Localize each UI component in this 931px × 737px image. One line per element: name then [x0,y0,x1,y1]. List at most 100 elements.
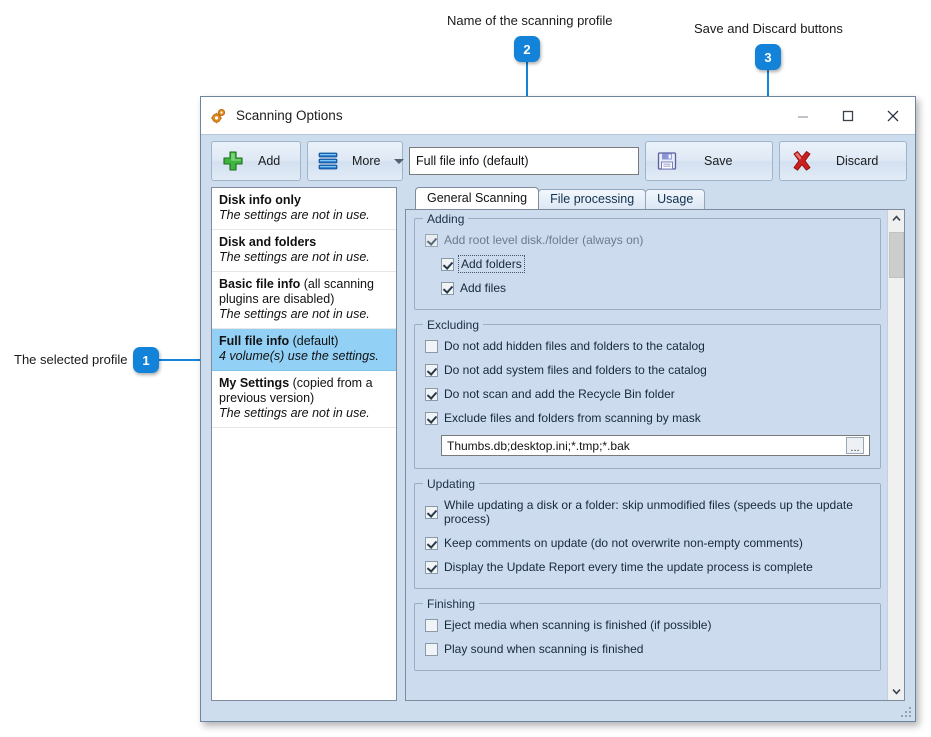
settings-scroll-area: Adding Add root level disk./folder (alwa… [406,210,887,700]
checkbox-row-skip-unmodified[interactable]: While updating a disk or a folder: skip … [425,498,870,526]
save-button-label: Save [704,154,733,168]
checkbox-row-play-sound[interactable]: Play sound when scanning is finished [425,642,870,656]
annotation-badge-1: 1 [133,347,159,373]
list-item[interactable]: Disk and folders The settings are not in… [212,230,396,272]
tab-pane-general-scanning: Adding Add root level disk./folder (alwa… [405,209,905,701]
list-item-selected[interactable]: Full file info (default) 4 volume(s) use… [212,329,396,371]
more-button-label: More [352,154,381,168]
plus-icon [222,150,244,172]
discard-button-label: Discard [836,154,879,168]
group-title: Adding [423,212,469,226]
checkbox-play-sound[interactable] [425,642,438,656]
tabstrip: General Scanning File processing Usage [405,187,905,209]
resize-grip[interactable] [900,706,912,718]
vertical-scrollbar[interactable] [887,210,904,700]
checkbox-label: Keep comments on update (do not overwrit… [444,536,803,550]
checkbox-row-keep-comments[interactable]: Keep comments on update (do not overwrit… [425,536,870,550]
profile-title-bold: Disk and folders [219,235,317,249]
chevron-down-icon[interactable] [888,683,905,700]
checkbox-row-system-files[interactable]: Do not add system files and folders to t… [425,363,870,377]
checkbox-row-display-update-report[interactable]: Display the Update Report every time the… [425,560,870,574]
profile-list[interactable]: Disk info only The settings are not in u… [211,187,397,701]
tab-general-scanning[interactable]: General Scanning [415,187,540,209]
checkbox-exclude-by-mask[interactable] [425,411,438,425]
profile-subtitle: The settings are not in use. [219,208,370,222]
more-button[interactable]: More [307,141,405,181]
checkbox-add-root-level[interactable] [425,233,438,247]
checkbox-row-recycle-bin[interactable]: Do not scan and add the Recycle Bin fold… [425,387,870,401]
discard-button[interactable]: Discard [779,141,907,181]
checkbox-add-folders[interactable] [441,257,454,271]
list-item[interactable]: My Settings (copied from a previous vers… [212,371,396,428]
profile-title-bold: Full file info [219,334,290,348]
annotation-badge-3: 3 [755,44,781,70]
checkbox-label: Do not add system files and folders to t… [444,363,707,377]
checkbox-label: While updating a disk or a folder: skip … [444,498,853,526]
tab-usage[interactable]: Usage [645,189,706,209]
chevron-down-icon[interactable] [394,158,405,164]
save-button[interactable]: Save [645,141,773,181]
checkbox-system-files[interactable] [425,363,438,377]
group-adding: Adding Add root level disk./folder (alwa… [414,212,881,310]
exclude-mask-value: Thumbs.db;desktop.ini;*.tmp;*.bak [447,438,630,453]
profile-subtitle: The settings are not in use. [219,250,370,264]
checkbox-keep-comments[interactable] [425,536,438,550]
profile-title-bold: Disk info only [219,193,301,207]
checkbox-label: Add files [460,281,507,295]
list-item[interactable]: Basic file info (all scanning plugins ar… [212,272,396,329]
checkbox-row-hidden-files[interactable]: Do not add hidden files and folders to t… [425,339,870,353]
maximize-icon[interactable] [825,97,870,134]
mask-row: Thumbs.db;desktop.ini;*.tmp;*.bak ... [441,435,870,456]
annotation-label-3: Save and Discard buttons [694,21,843,36]
group-excluding: Excluding Do not add hidden files and fo… [414,318,881,469]
profile-title-bold: My Settings [219,376,290,390]
checkbox-add-files[interactable] [441,281,454,295]
minimize-icon[interactable] [780,97,825,134]
add-button-label: Add [258,154,281,168]
scrollbar-thumb[interactable] [888,232,904,278]
checkbox-label: Do not scan and add the Recycle Bin fold… [444,387,675,401]
checkbox-row-eject-media[interactable]: Eject media when scanning is finished (i… [425,618,870,632]
list-item[interactable]: Disk info only The settings are not in u… [212,188,396,230]
group-title: Finishing [423,597,480,611]
checkbox-recycle-bin[interactable] [425,387,438,401]
tab-file-processing[interactable]: File processing [538,189,647,209]
checkbox-label: Play sound when scanning is finished [444,642,644,656]
profile-subtitle: The settings are not in use. [219,307,370,321]
group-title: Excluding [423,318,484,332]
checkbox-label: Exclude files and folders from scanning … [444,411,701,425]
checkbox-label: Do not add hidden files and folders to t… [444,339,705,353]
list-bars-icon [318,151,340,171]
window-titlebar[interactable]: Scanning Options [201,97,915,135]
window-body: Disk info only The settings are not in u… [201,187,915,711]
checkbox-row-add-root-level[interactable]: Add root level disk./folder (always on) [425,233,870,247]
checkbox-hidden-files[interactable] [425,339,438,353]
checkbox-row-add-folders[interactable]: Add folders [441,255,870,273]
profile-subtitle: The settings are not in use. [219,406,370,420]
exclude-mask-input[interactable]: Thumbs.db;desktop.ini;*.tmp;*.bak ... [441,435,870,456]
annotation-badge-2: 2 [514,36,540,62]
checkbox-label: Add folders [458,255,525,273]
profile-title-bold: Basic file info [219,277,301,291]
profile-subtitle: 4 volume(s) use the settings. [219,349,379,363]
checkbox-row-exclude-by-mask[interactable]: Exclude files and folders from scanning … [425,411,870,425]
mask-browse-button[interactable]: ... [846,437,864,454]
scrollbar-track[interactable] [888,227,905,683]
checkbox-display-update-report[interactable] [425,560,438,574]
checkbox-skip-unmodified[interactable] [425,505,438,519]
window-title: Scanning Options [236,108,343,123]
profile-name-input[interactable]: Full file info (default) [409,147,639,175]
checkbox-eject-media[interactable] [425,618,438,632]
close-icon[interactable] [870,97,915,134]
chevron-up-icon[interactable] [888,210,905,227]
annotation-label-1: The selected profile [14,352,128,367]
checkbox-row-add-files[interactable]: Add files [441,281,870,295]
annotation-label-2: Name of the scanning profile [447,13,613,28]
add-button[interactable]: Add [211,141,301,181]
settings-pane: General Scanning File processing Usage A… [405,187,905,701]
gears-icon [210,107,228,125]
group-title: Updating [423,477,480,491]
group-updating: Updating While updating a disk or a fold… [414,477,881,589]
checkbox-label: Add root level disk./folder (always on) [444,233,644,247]
checkbox-label: Eject media when scanning is finished (i… [444,618,712,632]
